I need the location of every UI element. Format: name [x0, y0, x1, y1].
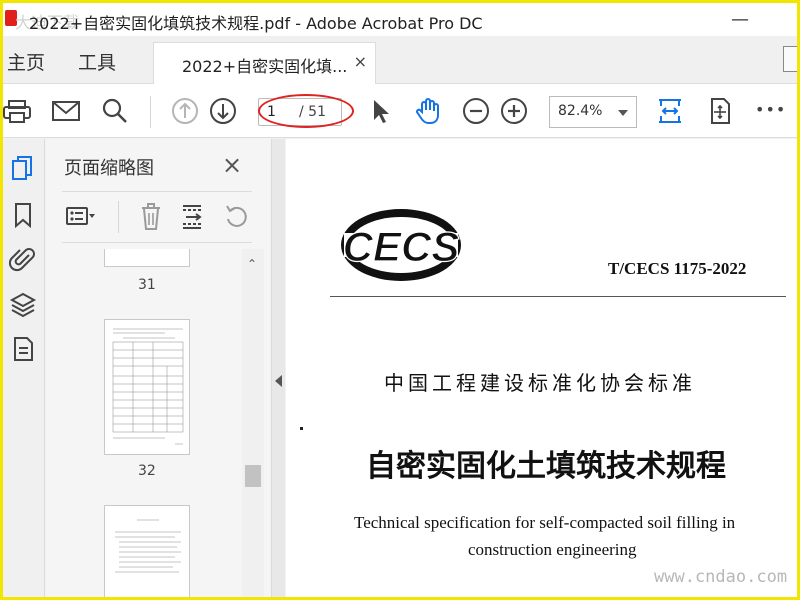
minimize-button[interactable]: —: [725, 6, 755, 34]
page-number-label: 32: [138, 463, 156, 479]
title-bar: 大迪下载 2022+自密实固化填筑技术规程.pdf - Adobe Acroba…: [3, 3, 797, 36]
thumbnail-options-icon[interactable]: [64, 201, 98, 233]
bookmarks-icon[interactable]: [9, 201, 37, 229]
cecs-logo: CECS: [338, 207, 464, 283]
page-thumbnail-33[interactable]: [104, 505, 190, 597]
overflow-panel-toggle[interactable]: [783, 46, 797, 72]
document-title-chinese: 自密实固化土填筑技术规程: [366, 449, 726, 484]
panel-separator: [118, 201, 119, 233]
document-title-english-line2: construction engineering: [468, 540, 637, 559]
scroll-up-icon[interactable]: ⌃: [247, 257, 257, 271]
thumbnail-scrollbar[interactable]: ⌃: [242, 249, 264, 597]
nav-home[interactable]: 主页: [7, 48, 45, 75]
scrollbar-thumb[interactable]: [245, 465, 261, 487]
panel-title: 页面缩略图: [64, 158, 154, 179]
collapse-panel-handle[interactable]: [271, 139, 285, 597]
rotate-page-icon[interactable]: [218, 201, 252, 233]
delete-page-icon[interactable]: [134, 201, 168, 233]
panel-divider: [62, 191, 252, 192]
organization-name: 中国工程建设标准化协会标准: [384, 371, 696, 395]
page-thumbnails-icon[interactable]: [9, 155, 37, 183]
attachments-icon[interactable]: [8, 245, 37, 273]
total-pages-label: / 51: [299, 104, 326, 120]
zoom-level-dropdown[interactable]: 82.4%: [549, 96, 637, 128]
header-rule: [330, 296, 786, 297]
search-icon[interactable]: [100, 96, 130, 126]
toolbar-separator: [150, 96, 151, 128]
svg-text:CECS: CECS: [343, 223, 460, 270]
document-tab-label: 2022+自密实固化填...: [182, 57, 348, 76]
collapse-arrow-icon: [275, 375, 282, 387]
page-number-label: 31: [138, 277, 156, 293]
scroll-mode-icon[interactable]: [705, 96, 735, 126]
close-tab-icon[interactable]: ×: [354, 52, 367, 71]
chevron-down-icon: [618, 110, 628, 116]
email-icon[interactable]: [51, 96, 81, 126]
prev-page-icon[interactable]: [170, 96, 200, 126]
page-thumbnail-32[interactable]: [104, 319, 190, 455]
more-tools-button[interactable]: •••: [755, 100, 786, 119]
panel-divider: [62, 242, 252, 243]
insert-page-icon[interactable]: [176, 201, 210, 233]
zoom-in-icon[interactable]: [499, 96, 529, 126]
document-page: CECS T/CECS 1175-2022 中国工程建设标准化协会标准 自密实固…: [286, 139, 797, 597]
print-icon[interactable]: [3, 96, 33, 126]
standard-number: T/CECS 1175-2022: [608, 259, 747, 278]
watermark-site: www.cndao.com: [654, 567, 788, 587]
tab-bar: 主页 工具 2022+自密实固化填... ×: [3, 36, 797, 84]
document-tab[interactable]: 2022+自密实固化填... ×: [153, 42, 376, 84]
close-panel-icon[interactable]: ×: [222, 151, 242, 179]
page-number-field[interactable]: 1 / 51: [258, 98, 342, 126]
layers-icon[interactable]: [9, 291, 37, 319]
main-toolbar: 1 / 51 82.4% •••: [3, 84, 797, 138]
left-icon-rail: [3, 139, 45, 597]
page-thumbnail-31[interactable]: [104, 249, 190, 267]
hand-icon[interactable]: [413, 96, 443, 126]
next-page-icon[interactable]: [208, 96, 238, 126]
zoom-level-value: 82.4%: [558, 103, 603, 119]
current-page-input[interactable]: 1: [267, 104, 276, 120]
nav-tools[interactable]: 工具: [78, 48, 116, 75]
fit-page-icon[interactable]: [655, 96, 685, 126]
page-thumbnails-panel: 页面缩略图 × 31 32 ⌃: [46, 139, 270, 597]
document-title-english-line1: Technical specification for self-compact…: [354, 513, 736, 532]
page-mark: [300, 427, 303, 430]
content-icon[interactable]: [9, 335, 37, 363]
cursor-icon[interactable]: [365, 96, 395, 126]
zoom-out-icon[interactable]: [461, 96, 491, 126]
window-title: 2022+自密实固化填筑技术规程.pdf - Adobe Acrobat Pro…: [29, 14, 483, 33]
